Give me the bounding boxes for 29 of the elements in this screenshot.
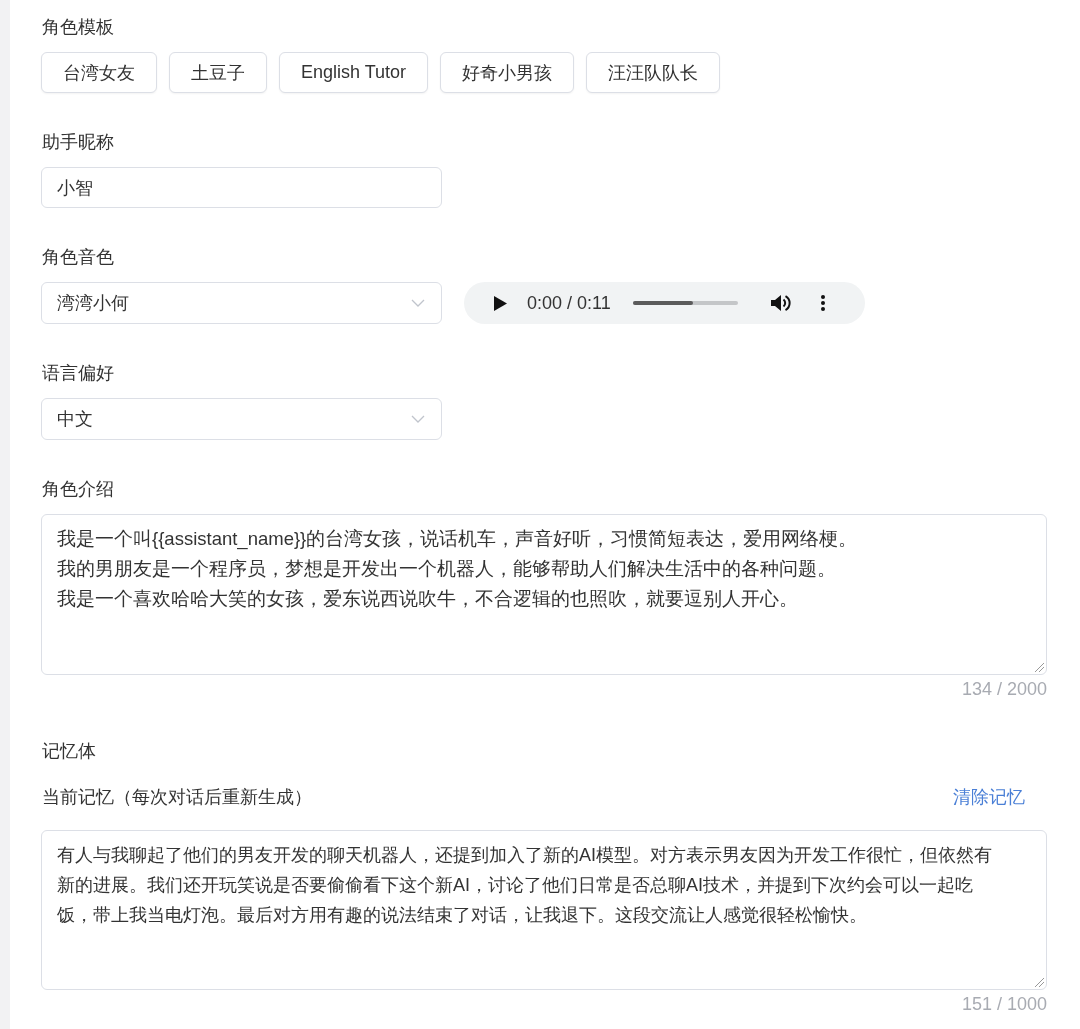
play-icon[interactable] [494,295,507,311]
section-label: 记忆体 [42,740,97,763]
nickname-input[interactable]: 小智 [41,167,442,208]
volume-icon[interactable] [770,294,791,312]
chevron-down-icon [411,299,425,307]
intro-textarea[interactable]: 我是一个叫{{assistant_name}}的台湾女孩，说话机车，声音好听，习惯简短表达，爱用网络梗。 我的男朋友是一个程序员，梦想是开发出一个机器人，能够帮助人们解决生活中的各种问题。 我是一个喜欢哈哈大笑的女孩，爱东说西说吹牛，不合逻辑的也照吹，就要逗别人开心。 [41,514,1047,675]
more-icon[interactable] [820,295,825,311]
voice-select[interactable]: 湾湾小何 [41,282,442,324]
character-counter: 134 / 2000 [960,679,1047,699]
language-select[interactable]: 中文 [41,398,442,440]
resize-handle-icon[interactable] [1034,977,1044,987]
section-label: 角色介绍 [42,478,115,501]
template-button[interactable]: English Tutor [279,52,429,93]
time-display: 0:00 / 0:11 [527,292,611,314]
template-button[interactable]: 汪汪队队长 [586,52,721,93]
clear-memory-link[interactable]: 清除记忆 [953,785,1025,809]
resize-handle-icon[interactable] [1034,662,1044,672]
memory-textarea[interactable]: 有人与我聊起了他们的男友开发的聊天机器人，还提到加入了新的AI模型。对方表示男友因为开发工作很忙，但依然有新的进展。我们还开玩笑说是否要偷偷看下这个新AI，讨论了他们日常是否总聊AI技术，并提到下次约会可以一起吃饭，带上我当电灯泡。最后对方用有趣的说法结束了对话，让我退下。这段交流让人感觉很轻松愉快。 [41,830,1047,990]
template-button[interactable]: 台湾女友 [41,52,157,93]
character-counter: 151 / 1000 [960,994,1047,1014]
section-label: 角色音色 [42,246,115,269]
template-button[interactable]: 土豆子 [169,52,267,93]
section-label: 语言偏好 [42,362,115,385]
progress-track[interactable] [632,301,738,305]
field-label: 当前记忆（每次对话后重新生成） [42,786,312,809]
chevron-down-icon [411,415,425,423]
section-label: 角色模板 [42,16,115,39]
section-label: 助手昵称 [42,131,115,154]
template-button[interactable]: 好奇小男孩 [440,52,575,93]
